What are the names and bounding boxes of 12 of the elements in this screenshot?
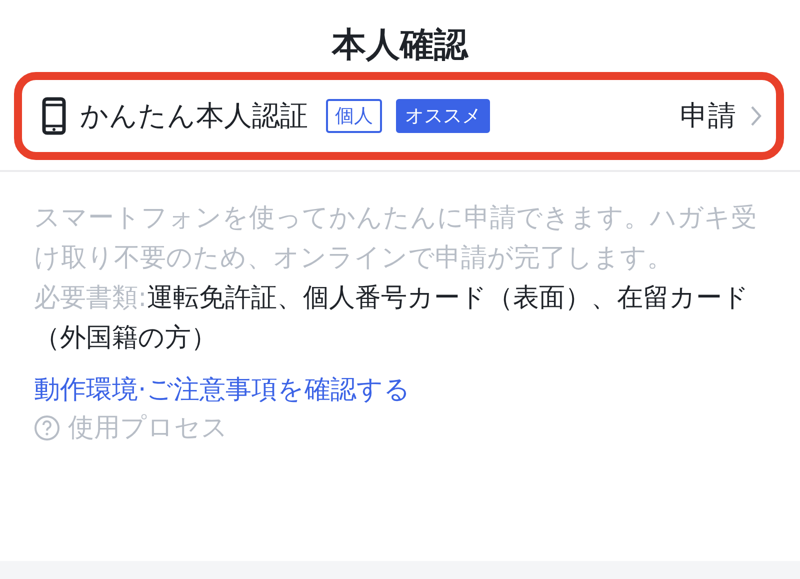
required-documents-text: 必要書類:運転免許証、個人番号カード（表面）、在留カード（外国籍の方） [34,282,750,355]
description-text: スマートフォンを使ってかんたんに申請できます。ハガキ受け取り不要のため、オンラインで申請が完了します。 [34,202,758,275]
help-icon [34,415,60,441]
page-title: 本人確認 [330,24,470,66]
apply-label: 申請 [680,98,736,134]
notes-link[interactable]: 動作環境·ご注意事項を確認する [34,370,410,410]
recommended-tag: オススメ [396,99,490,133]
method-name: かんたん本人認証 [80,98,308,134]
verification-row[interactable]: かんたん本人認証 個人 オススメ 申請 [14,72,784,160]
tablet-icon [42,97,66,135]
personal-tag: 個人 [326,99,382,133]
chevron-right-icon [750,105,762,127]
